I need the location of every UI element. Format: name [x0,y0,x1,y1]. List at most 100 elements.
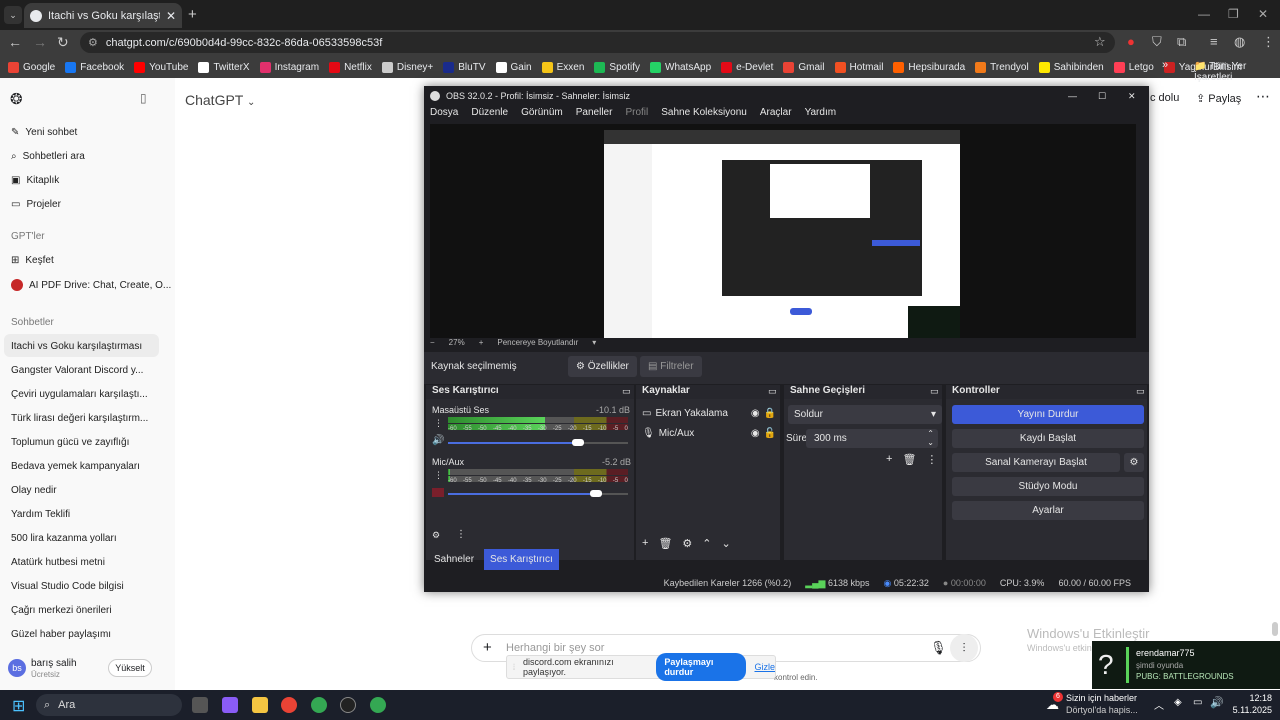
bookmark-item[interactable]: Facebook [65,61,124,73]
bookmark-item[interactable]: Gmail [783,61,825,73]
stop-sharing-button[interactable]: Paylaşmayı durdur [656,653,747,681]
chat-history-item[interactable]: 500 lira kazanma yolları [11,533,117,544]
back-arrow-icon[interactable]: ← [8,34,22,50]
shield-extension-icon[interactable]: ⛉ [1152,34,1162,50]
start-recording-button[interactable]: Kaydı Başlat [952,429,1144,448]
mixer-menu-icon[interactable]: ⋮ [456,529,466,540]
move-up-icon[interactable]: ⌃ [702,537,711,550]
hide-link[interactable]: Gizle [754,662,775,672]
more-bookmarks-chevron-icon[interactable]: » [1162,59,1168,71]
openai-logo-icon[interactable]: ❂ [10,90,23,108]
obs-menu-item[interactable]: Profil [625,107,648,123]
settings-button[interactable]: Ayarlar [952,501,1144,520]
volume-icon[interactable]: 🔊 [1210,696,1224,709]
obs-menu-item[interactable]: Dosya [430,107,458,123]
chrome-alt-icon[interactable] [370,697,386,713]
game-notification[interactable]: ? erendamar775 şimdi oyunda PUBG: BATTLE… [1092,641,1280,689]
tab-audio-mixer[interactable]: Ses Karıştırıcı [484,548,559,570]
chat-history-item[interactable]: Visual Studio Code bilgisi [11,581,124,592]
new-tab-plus-icon[interactable]: + [188,6,197,23]
remove-transition-icon[interactable]: 🗑 [902,453,916,466]
bookmark-item[interactable]: Disney+ [381,61,433,73]
dock-undock-icon[interactable]: ▭ [1136,386,1145,397]
bookmark-item[interactable]: Letgo [1113,61,1154,73]
virtual-camera-settings-icon[interactable]: ⚙ [1124,453,1144,472]
tray-chevron-icon[interactable]: ︿ [1154,697,1164,712]
stop-streaming-button[interactable]: Yayını Durdur [952,405,1144,424]
bookmark-item[interactable]: Google [8,61,55,73]
search-chats-button[interactable]: ⌕ Sohbetleri ara [11,151,85,162]
obs-menu-item[interactable]: Düzenle [471,107,508,123]
properties-button[interactable]: ⚙ Özellikler [568,356,637,377]
zoom-in-icon[interactable]: + [479,338,484,352]
chrome-profile-icon[interactable] [311,697,327,713]
zoom-dropdown-icon[interactable]: ▾ [592,338,596,352]
obs-menu-item[interactable]: Araçlar [760,107,792,123]
tab-scenes[interactable]: Sahneler [432,550,476,569]
close-window-icon[interactable]: ✕ [1258,7,1268,21]
maximize-icon[interactable]: ❐ [1228,7,1239,21]
transition-type-select[interactable]: Soldur ▾ [788,405,942,424]
tab-search-button[interactable]: ⌄ [4,6,22,24]
advanced-audio-icon[interactable]: ⚙ [432,530,440,541]
filters-button[interactable]: ▤ Filtreler [640,356,702,377]
scrollbar-thumb[interactable] [1272,622,1278,636]
bookmark-item[interactable]: WhatsApp [650,61,711,73]
bookmark-item[interactable]: Spotify [594,61,640,73]
new-chat-button[interactable]: ✎ Yeni sohbet [11,127,77,138]
toggle-sidebar-icon[interactable]: ▯ [140,91,147,105]
chat-history-item[interactable]: Toplumun gücü ve zayıflığı [11,437,129,448]
obs-maximize-icon[interactable]: ☐ [1098,91,1106,102]
extension-red-icon[interactable]: ● [1127,34,1135,49]
source-item-screen-capture[interactable]: ▭ Ekran Yakalama ◉ 🔒 [642,405,776,421]
browser-tab-active[interactable]: Itachi vs Goku karşılaştırması ✕ [24,3,182,28]
add-source-icon[interactable]: + [642,537,648,550]
obs-preview[interactable] [430,124,1136,338]
gpt-ai-pdf-drive[interactable]: AI PDF Drive: Chat, Create, O... [11,279,171,291]
copilot-icon[interactable] [222,697,238,713]
add-attachment-plus-icon[interactable]: + [483,639,492,656]
mic-options-icon[interactable]: ⋮ [434,470,443,481]
bookmark-item[interactable]: e-Devlet [721,61,773,73]
address-bar[interactable]: ⚙ chatgpt.com/c/690b0d4d-99cc-832c-86da-… [80,32,1115,53]
chat-history-item[interactable]: Türk lirası değeri karşılaştırm... [11,413,148,424]
bookmark-star-icon[interactable]: ☆ [1094,34,1106,50]
chat-history-item[interactable]: Gangster Valorant Discord y... [11,365,143,376]
bookmark-item[interactable]: Hotmail [834,61,883,73]
profile-avatar-icon[interactable]: ◍ [1234,34,1245,50]
start-virtual-camera-button[interactable]: Sanal Kamerayı Başlat [952,453,1120,472]
tray-app-icon[interactable]: ◈ [1174,697,1182,708]
obs-minimize-icon[interactable]: — [1068,91,1077,101]
add-transition-icon[interactable]: + [886,453,892,466]
bookmark-item[interactable]: Hepsiburada [893,61,965,73]
file-explorer-icon[interactable] [252,697,268,713]
chat-options-icon[interactable]: ⋯ [1256,88,1270,105]
move-down-icon[interactable]: ⌄ [722,537,731,550]
chat-history-item[interactable]: Olay nedir [11,485,57,496]
remove-source-icon[interactable]: 🗑 [658,537,672,550]
clock-date[interactable]: 5.11.2025 [1226,705,1272,715]
unlock-icon[interactable]: 🔓 [764,428,776,439]
lock-icon[interactable]: 🔒 [764,408,776,419]
site-info-icon[interactable]: ⚙ [88,36,98,49]
bookmark-item[interactable]: TwitterX [198,61,250,73]
visibility-eye-icon[interactable]: ◉ [751,428,760,439]
bookmark-item[interactable]: Netflix [329,61,372,73]
all-bookmarks-folder[interactable]: 📁 Tüm Yer İşaretleri [1194,61,1280,83]
bookmark-item[interactable]: Gain [495,61,532,73]
obs-menu-item[interactable]: Paneller [576,107,613,123]
zoom-out-icon[interactable]: − [430,338,435,352]
extensions-puzzle-icon[interactable]: ⧉ [1177,34,1186,50]
dock-undock-icon[interactable]: ▭ [622,386,631,397]
news-title[interactable]: Sizin için haberler [1066,693,1137,703]
chat-history-item[interactable]: Atatürk hutbesi metni [11,557,105,568]
model-selector[interactable]: ChatGPT ⌄ [185,92,255,108]
share-button[interactable]: ⇪ Paylaş [1196,92,1241,105]
chat-history-item[interactable]: Çeviri uygulamaları karşılaştı... [11,389,148,400]
channel-options-icon[interactable]: ⋮ [434,418,443,429]
library-button[interactable]: ▣ Kitaplık [11,175,59,186]
task-view-icon[interactable] [192,697,208,713]
bookmark-item[interactable]: Exxen [541,61,584,73]
media-controls-icon[interactable]: ≡ [1210,34,1218,49]
duration-spinbox[interactable]: 300 ms ⌃ ⌄ [806,429,938,448]
